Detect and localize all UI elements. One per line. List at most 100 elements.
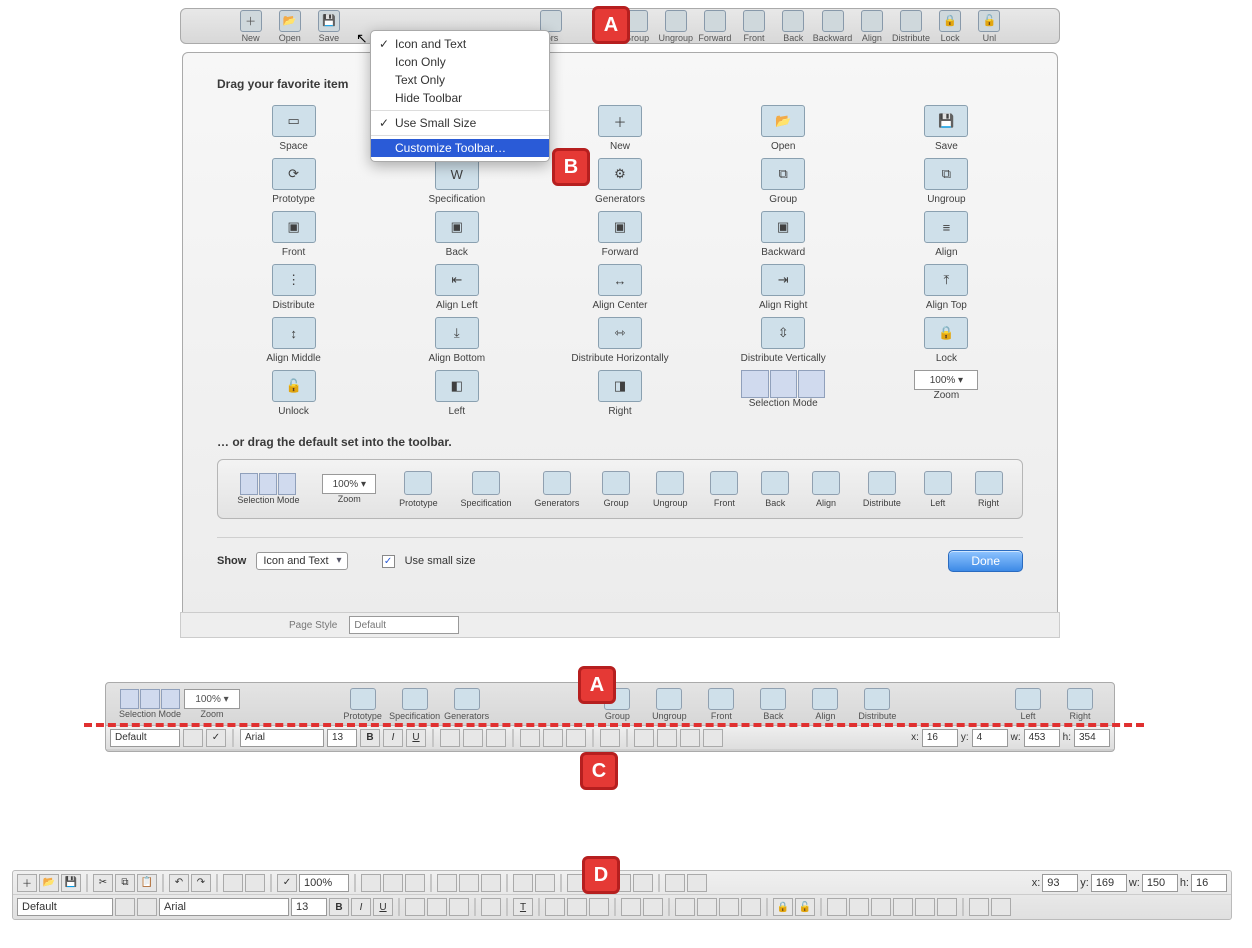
gen-icon[interactable]: [481, 874, 501, 892]
grid-item-left[interactable]: ◧Left: [380, 370, 533, 417]
align-center-icon[interactable]: [463, 729, 483, 747]
grid-item-save[interactable]: 💾Save: [870, 105, 1023, 152]
mid-specification[interactable]: Specification: [389, 688, 441, 721]
grid-item-unlock[interactable]: 🔓Unlock: [217, 370, 370, 417]
font-select[interactable]: Arial: [240, 729, 324, 747]
mid-prototype[interactable]: Prototype: [337, 688, 389, 721]
line-pattern-icon[interactable]: [703, 729, 723, 747]
redo-icon[interactable]: ↷: [191, 874, 211, 892]
font-size-select[interactable]: 13: [327, 729, 357, 747]
right-panel-icon[interactable]: [245, 874, 265, 892]
zoom-select[interactable]: 100%: [299, 874, 349, 892]
distribute-drop-icon[interactable]: [687, 874, 707, 892]
valign-top-icon[interactable]: [520, 729, 540, 747]
copy-icon[interactable]: ⧉: [115, 874, 135, 892]
selmode1-icon[interactable]: [361, 874, 381, 892]
mid-align[interactable]: Align: [799, 688, 851, 721]
line-3-icon[interactable]: [719, 898, 739, 916]
tb-lock[interactable]: 🔒Lock: [931, 10, 970, 43]
grid-item-forward[interactable]: ▣Forward: [543, 211, 696, 258]
align-drop-icon[interactable]: [665, 874, 685, 892]
line-width-icon[interactable]: [680, 729, 700, 747]
grid-item-new[interactable]: ＋New: [543, 105, 696, 152]
tb-backward[interactable]: Backward: [813, 10, 853, 43]
grid-item-align[interactable]: ≡Align: [870, 211, 1023, 258]
left-panel-icon[interactable]: [223, 874, 243, 892]
align-center-icon[interactable]: [427, 898, 447, 916]
selmode2-icon[interactable]: [383, 874, 403, 892]
default-distribute[interactable]: Distribute: [863, 471, 901, 508]
grid-item-prototype[interactable]: ⟳Prototype: [217, 158, 370, 205]
style-btn-icon[interactable]: [183, 729, 203, 747]
grid-item-specification[interactable]: WSpecification: [380, 158, 533, 205]
mid-left[interactable]: Left: [1002, 688, 1054, 721]
grid-item-ungroup[interactable]: ⧉Ungroup: [870, 158, 1023, 205]
grid-item-group[interactable]: ⧉Group: [707, 158, 860, 205]
paste-icon[interactable]: 📋: [137, 874, 157, 892]
unlock2-icon[interactable]: 🔓: [795, 898, 815, 916]
mid-distribute[interactable]: Distribute: [851, 688, 903, 721]
grid-item-distribute[interactable]: ⋮Distribute: [217, 264, 370, 311]
selmode3-icon[interactable]: [405, 874, 425, 892]
default-ungroup[interactable]: Ungroup: [653, 471, 688, 508]
grid-item-distribute-horizontally[interactable]: ⇿Distribute Horizontally: [543, 317, 696, 364]
underline-icon[interactable]: U: [373, 898, 393, 916]
default-align[interactable]: Align: [812, 471, 840, 508]
x-field[interactable]: 93: [1042, 874, 1078, 892]
menu-icon-only[interactable]: Icon Only: [371, 53, 549, 71]
undo-icon[interactable]: ↶: [169, 874, 189, 892]
tb-open[interactable]: 📂Open: [270, 10, 309, 43]
fill-icon[interactable]: [621, 898, 641, 916]
zoom-field[interactable]: 100% ▾: [322, 474, 376, 494]
mid-selection-mode[interactable]: Selection Mode: [114, 689, 186, 719]
text-color-icon[interactable]: T: [513, 898, 533, 916]
tb-distribute[interactable]: Distribute: [891, 10, 930, 43]
menu-use-small-size[interactable]: Use Small Size: [371, 114, 549, 132]
valign-bot-icon[interactable]: [566, 729, 586, 747]
line-color-icon[interactable]: [634, 729, 654, 747]
underline-icon[interactable]: U: [406, 729, 426, 747]
tb-back[interactable]: Back: [774, 10, 813, 43]
align-b-icon[interactable]: [937, 898, 957, 916]
line-4-icon[interactable]: [741, 898, 761, 916]
grid-item-space[interactable]: ▭Space: [217, 105, 370, 152]
align-right-icon[interactable]: [486, 729, 506, 747]
default-right[interactable]: Right: [975, 471, 1003, 508]
grid-item-align-top[interactable]: ⤒Align Top: [870, 264, 1023, 311]
tb-new[interactable]: ＋New: [231, 10, 270, 43]
show-select[interactable]: Icon and Text: [256, 552, 347, 570]
align-r-icon[interactable]: [871, 898, 891, 916]
proto-icon[interactable]: [437, 874, 457, 892]
italic-icon[interactable]: I: [351, 898, 371, 916]
grid-item-backward[interactable]: ▣Backward: [707, 211, 860, 258]
fill-icon[interactable]: [600, 729, 620, 747]
tb-unlock[interactable]: 🔓Unl: [970, 10, 1009, 43]
line-1-icon[interactable]: [675, 898, 695, 916]
mid-right[interactable]: Right: [1054, 688, 1106, 721]
font-size-select[interactable]: 13: [291, 898, 327, 916]
default-back[interactable]: Back: [761, 471, 789, 508]
align-c-icon[interactable]: [849, 898, 869, 916]
grid-item-selection-mode[interactable]: Selection Mode: [707, 370, 860, 417]
check-icon[interactable]: ✓: [206, 729, 226, 747]
style-select[interactable]: Default: [110, 729, 180, 747]
group-icon[interactable]: [513, 874, 533, 892]
back-icon[interactable]: [633, 874, 653, 892]
grid-item-zoom[interactable]: 100% ▾Zoom: [870, 370, 1023, 417]
default-selection-mode[interactable]: Selection Mode: [237, 473, 299, 505]
grid-item-right[interactable]: ◨Right: [543, 370, 696, 417]
mid-ungroup[interactable]: Ungroup: [643, 688, 695, 721]
h-field[interactable]: 16: [1191, 874, 1227, 892]
align-left-icon[interactable]: [440, 729, 460, 747]
grid-item-align-center[interactable]: ↔Align Center: [543, 264, 696, 311]
menu-icon-and-text[interactable]: Icon and Text: [371, 35, 549, 53]
x-field[interactable]: 16: [922, 729, 958, 747]
grid-item-align-right[interactable]: ⇥Align Right: [707, 264, 860, 311]
w-field[interactable]: 150: [1142, 874, 1178, 892]
mid-back[interactable]: Back: [747, 688, 799, 721]
new-icon[interactable]: ＋: [17, 874, 37, 892]
list-icon[interactable]: [481, 898, 501, 916]
style-clear-icon[interactable]: [137, 898, 157, 916]
bold-icon[interactable]: B: [360, 729, 380, 747]
style-update-icon[interactable]: [115, 898, 135, 916]
